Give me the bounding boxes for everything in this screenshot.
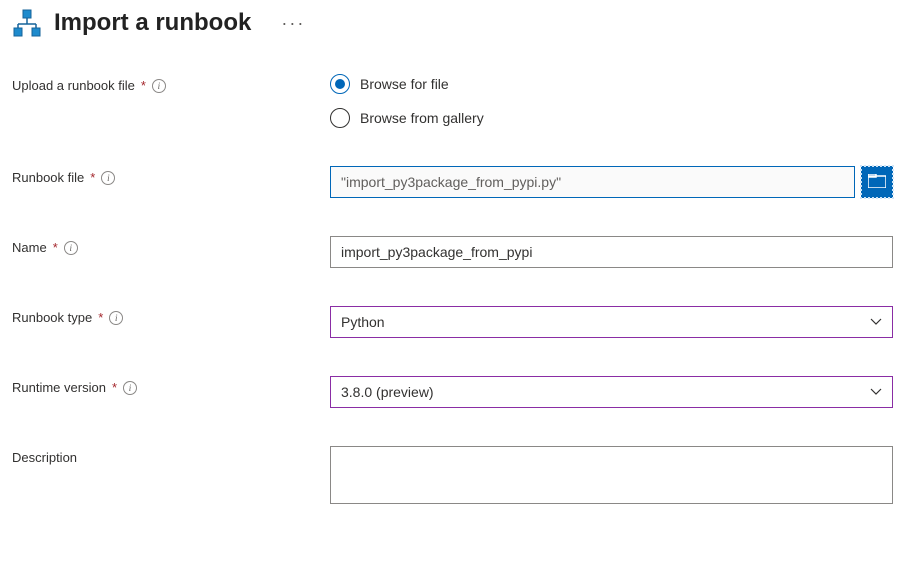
label-runbook-file: Runbook file * i: [12, 166, 330, 185]
required-marker: *: [53, 240, 58, 255]
label-text: Runtime version: [12, 380, 106, 395]
row-name: Name * i: [12, 236, 893, 268]
label-text: Upload a runbook file: [12, 78, 135, 93]
required-marker: *: [90, 170, 95, 185]
folder-icon: [868, 174, 886, 191]
radio-label: Browse from gallery: [360, 110, 484, 126]
row-upload-source: Upload a runbook file * i Browse for fil…: [12, 74, 893, 128]
more-actions-button[interactable]: ···: [273, 13, 313, 34]
info-icon[interactable]: i: [123, 381, 137, 395]
label-text: Runbook file: [12, 170, 84, 185]
page-title: Import a runbook: [54, 9, 251, 37]
label-name: Name * i: [12, 236, 330, 255]
control-description: [330, 446, 893, 507]
required-marker: *: [112, 380, 117, 395]
select-value: Python: [341, 314, 385, 330]
import-runbook-page: Import a runbook ··· Upload a runbook fi…: [0, 0, 905, 553]
control-runtime-version: 3.8.0 (preview): [330, 376, 893, 408]
label-text: Runbook type: [12, 310, 92, 325]
runtime-version-select[interactable]: 3.8.0 (preview): [330, 376, 893, 408]
runbook-file-picker: [330, 166, 893, 198]
page-header: Import a runbook ···: [12, 8, 893, 38]
info-icon[interactable]: i: [152, 79, 166, 93]
required-marker: *: [141, 78, 146, 93]
runbook-hierarchy-icon: [12, 8, 42, 38]
row-description: Description: [12, 446, 893, 507]
control-name: [330, 236, 893, 268]
radio-browse-from-gallery[interactable]: Browse from gallery: [330, 108, 893, 128]
row-runbook-file: Runbook file * i: [12, 166, 893, 198]
radio-indicator: [330, 108, 350, 128]
control-runbook-type: Python: [330, 306, 893, 338]
info-icon[interactable]: i: [109, 311, 123, 325]
chevron-down-icon: [870, 386, 882, 398]
label-text: Name: [12, 240, 47, 255]
row-runbook-type: Runbook type * i Python: [12, 306, 893, 338]
chevron-down-icon: [870, 316, 882, 328]
runbook-type-select[interactable]: Python: [330, 306, 893, 338]
radio-browse-for-file[interactable]: Browse for file: [330, 74, 893, 94]
radio-label: Browse for file: [360, 76, 449, 92]
radio-indicator: [330, 74, 350, 94]
runbook-file-input[interactable]: [330, 166, 855, 198]
name-input[interactable]: [330, 236, 893, 268]
description-textarea[interactable]: [330, 446, 893, 504]
info-icon[interactable]: i: [101, 171, 115, 185]
browse-file-button[interactable]: [861, 166, 893, 198]
label-description: Description: [12, 446, 330, 465]
label-runbook-type: Runbook type * i: [12, 306, 330, 325]
label-upload-source: Upload a runbook file * i: [12, 74, 330, 93]
label-runtime-version: Runtime version * i: [12, 376, 330, 395]
select-value: 3.8.0 (preview): [341, 384, 434, 400]
upload-source-radio-group: Browse for file Browse from gallery: [330, 74, 893, 128]
row-runtime-version: Runtime version * i 3.8.0 (preview): [12, 376, 893, 408]
required-marker: *: [98, 310, 103, 325]
label-text: Description: [12, 450, 77, 465]
info-icon[interactable]: i: [64, 241, 78, 255]
